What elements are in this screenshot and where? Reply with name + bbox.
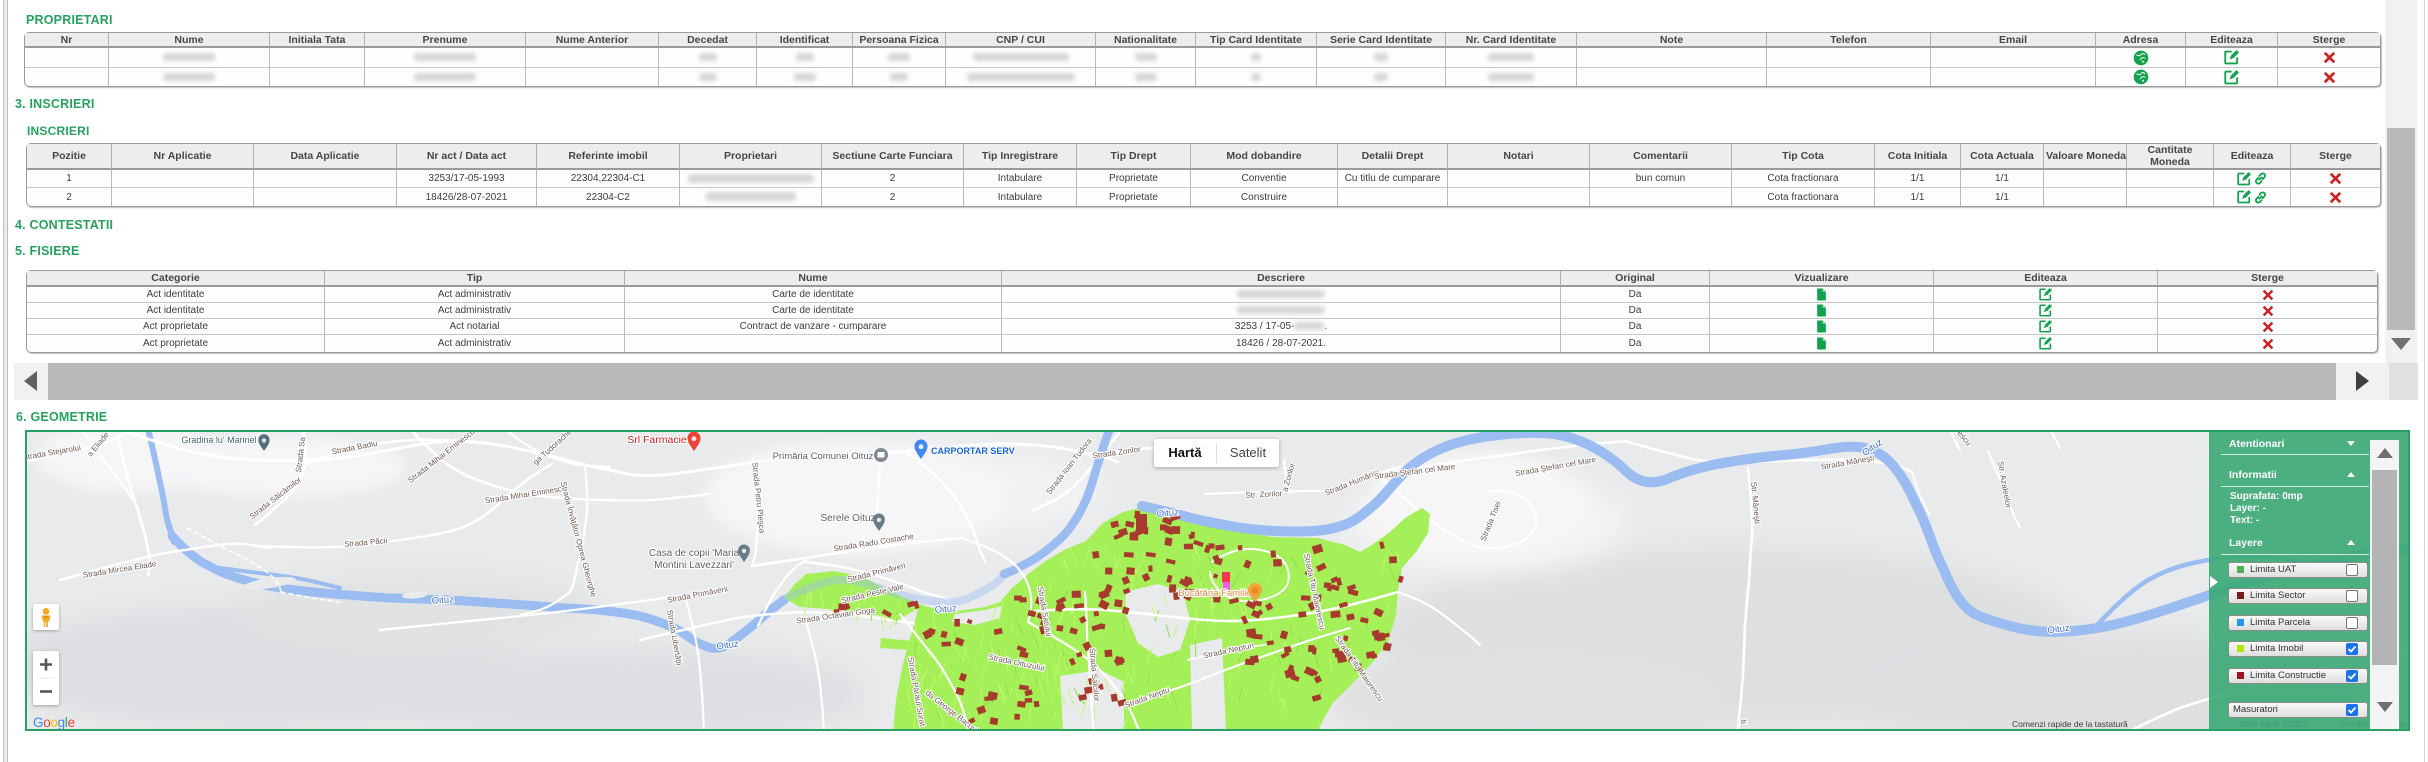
svg-text:Montini Lavezzari': Montini Lavezzari' (654, 560, 734, 571)
svg-text:Oituz: Oituz (934, 603, 957, 616)
svg-text:Primăria Comunei Oituz: Primăria Comunei Oituz (773, 451, 874, 462)
svg-text:Casa de copii 'Maria: Casa de copii 'Maria (649, 548, 740, 559)
svg-text:Comenzi rapide de la tastatură: Comenzi rapide de la tastatură (2012, 719, 2128, 729)
svg-text:Srl Farmacie: Srl Farmacie (627, 434, 687, 446)
svg-text:Serele Oituz: Serele Oituz (820, 513, 875, 524)
svg-text:Gradina lu' Marinel: Gradina lu' Marinel (181, 435, 256, 445)
svg-text:Bucătăria Familiei: Bucătăria Familiei (1178, 588, 1254, 599)
svg-text:Oituz: Oituz (1156, 507, 1179, 520)
svg-text:CARPORTAR SERV: CARPORTAR SERV (931, 446, 1015, 456)
svg-text:Oituz: Oituz (431, 594, 454, 607)
